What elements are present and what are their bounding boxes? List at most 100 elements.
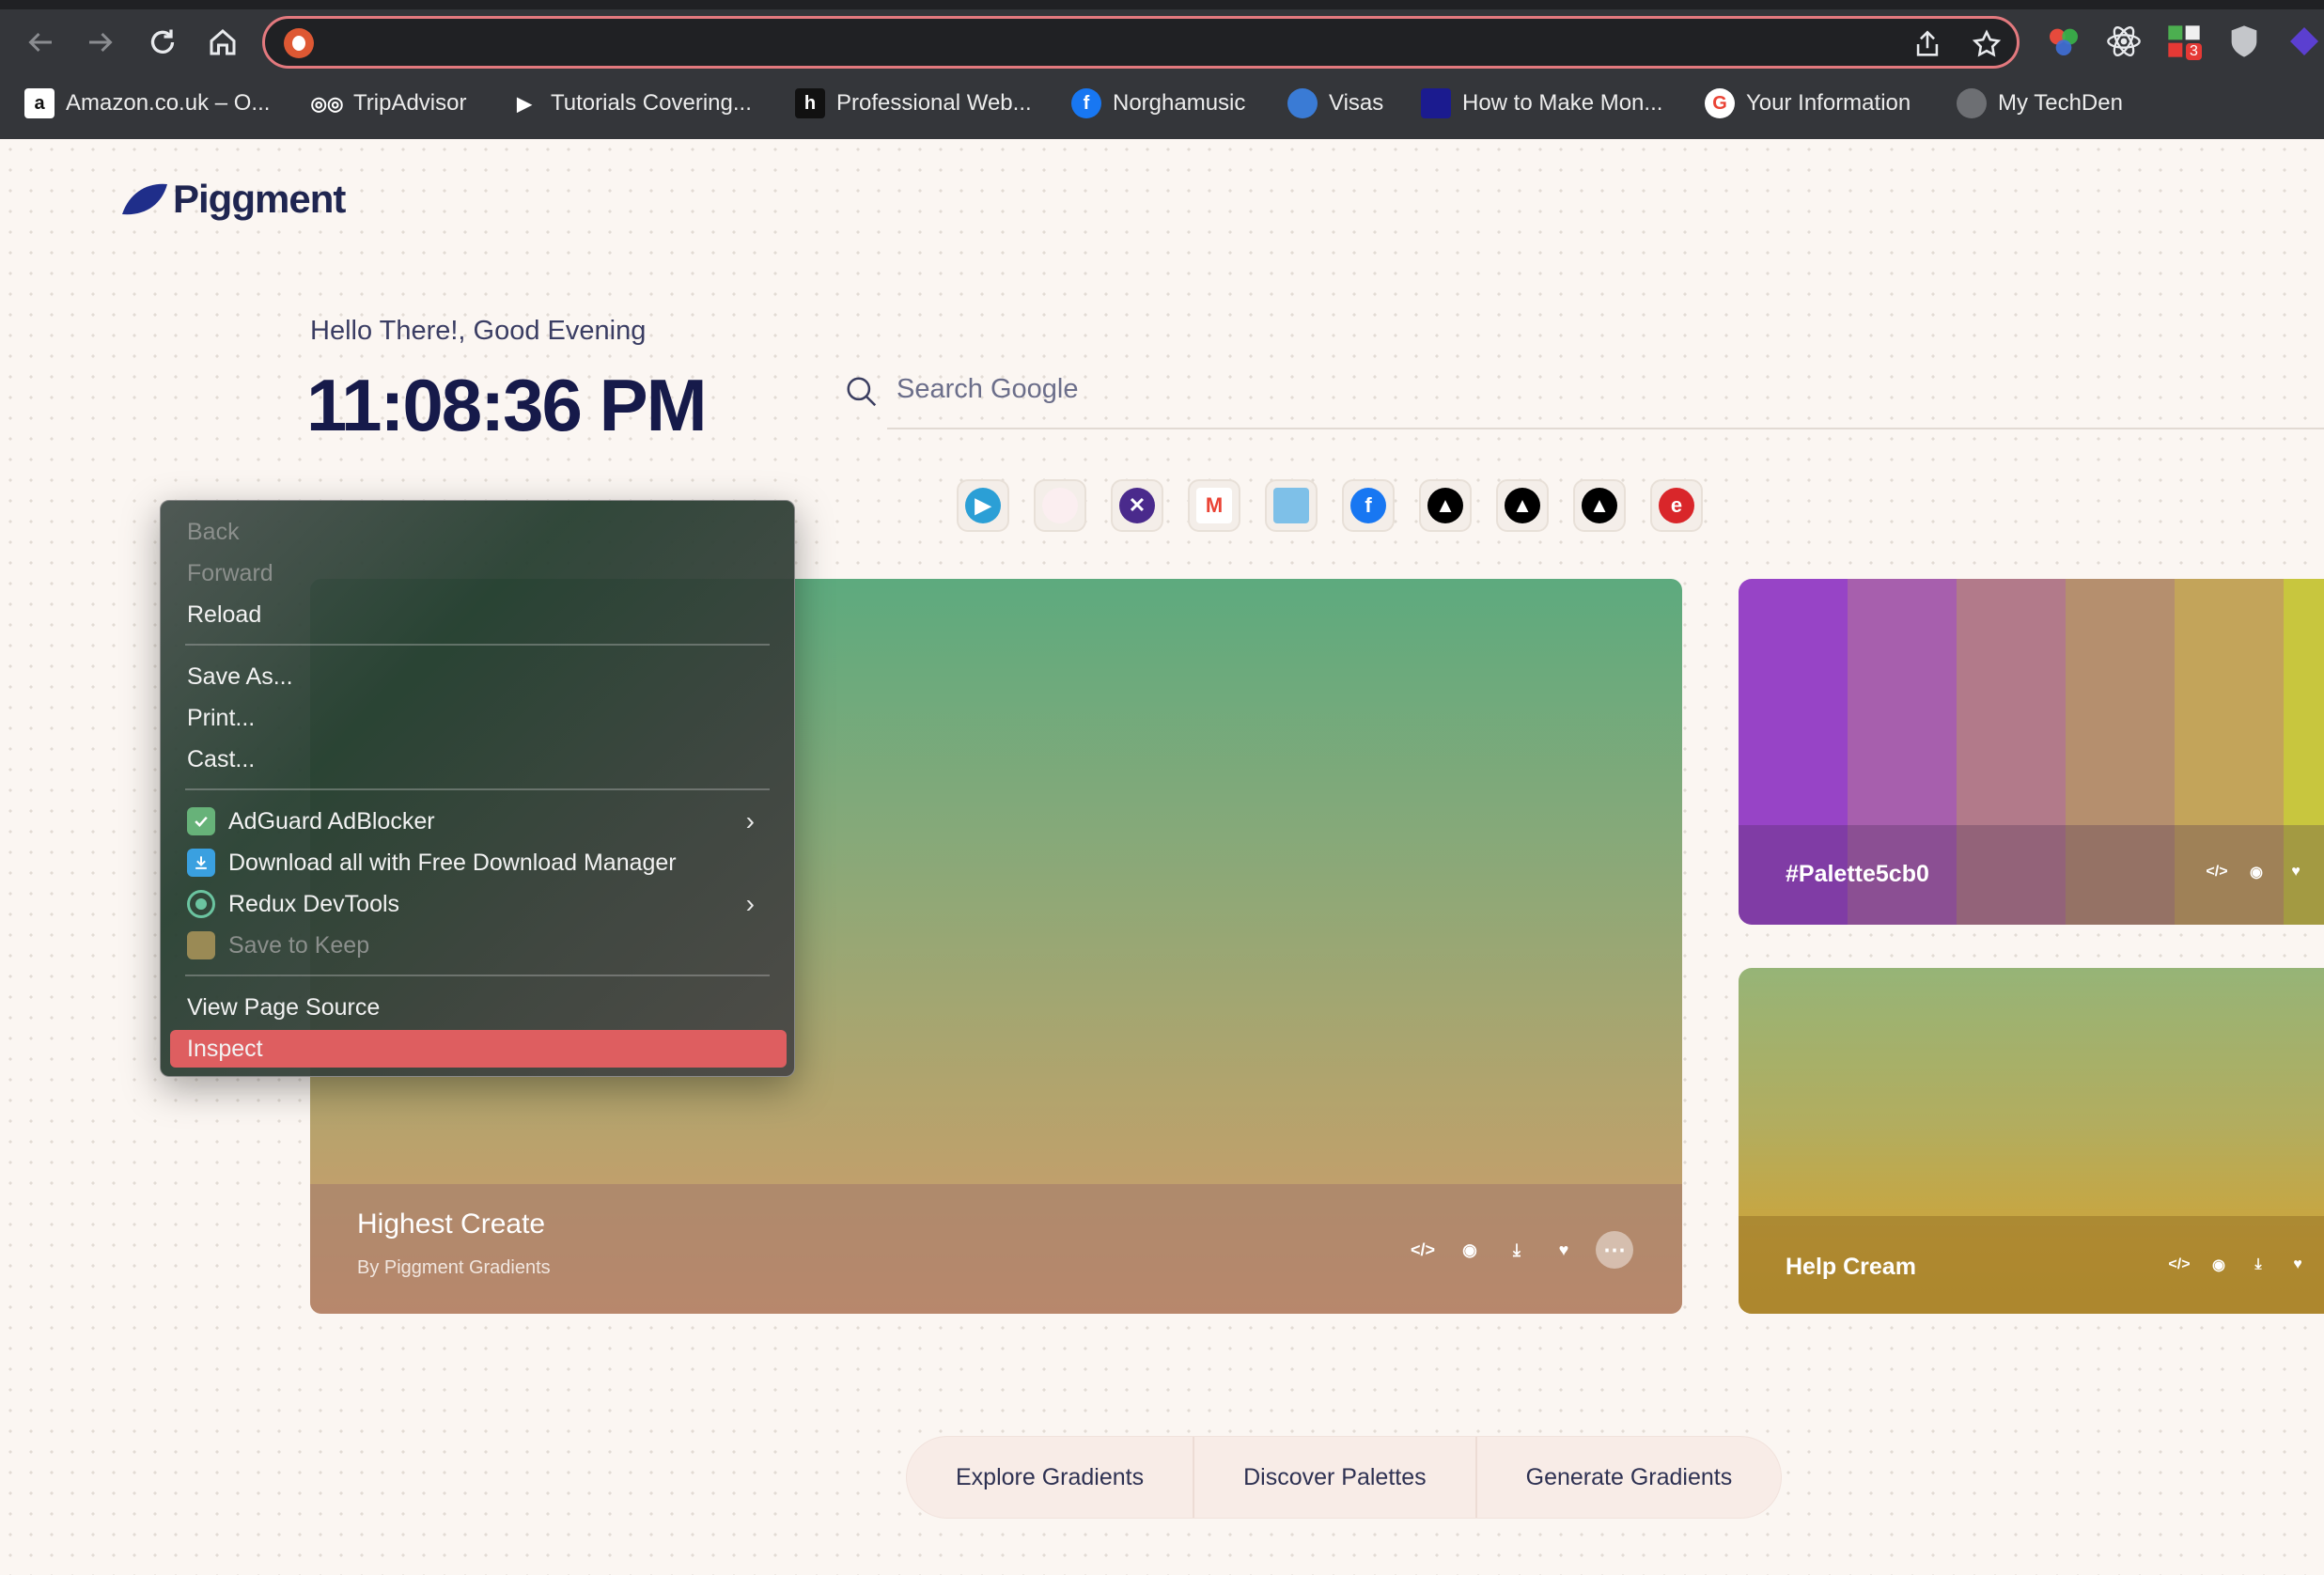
vercel-icon: ▲ (1427, 488, 1463, 523)
shield-extension-icon[interactable] (2225, 23, 2263, 60)
heart-icon[interactable]: ♥ (1549, 1235, 1579, 1265)
google-icon: G (1705, 88, 1735, 118)
bookmark-label: Professional Web... (836, 90, 1032, 116)
color-picker-extension-icon[interactable] (2045, 23, 2082, 60)
gradient-card-help-cream[interactable]: Help Cream </> ◉ ⤓ ♥ (1739, 968, 2324, 1314)
search-underline (887, 428, 2324, 429)
shortcut-gmail[interactable]: M (1188, 479, 1240, 532)
shortcut-e[interactable]: e (1650, 479, 1703, 532)
explore-gradients-link[interactable]: Explore Gradients (907, 1437, 1195, 1518)
reload-button[interactable] (141, 21, 184, 64)
search-placeholder: Search Google (897, 374, 1079, 404)
logo-text: Piggment (173, 177, 346, 221)
eye-icon[interactable]: ◉ (2243, 859, 2269, 885)
extension-with-badge[interactable]: 3 (2165, 23, 2203, 60)
back-button[interactable] (19, 21, 62, 64)
generate-gradients-link[interactable]: Generate Gradients (1477, 1437, 1782, 1518)
chevron-right-icon: › (745, 889, 755, 918)
eye-icon[interactable]: ◉ (2206, 1252, 2232, 1278)
globe-icon (1287, 88, 1318, 118)
menu-item-cast[interactable]: Cast... (187, 741, 770, 778)
purple-extension-icon[interactable] (2285, 23, 2323, 60)
menu-item-adguard[interactable]: AdGuard AdBlocker › (187, 803, 770, 840)
menu-item-forward[interactable]: Forward (187, 554, 770, 592)
duckduckgo-icon (284, 28, 314, 58)
arrow-right-icon (89, 32, 113, 53)
facebook-icon: f (1350, 488, 1386, 523)
book-icon (1273, 488, 1309, 523)
bookmark-star-icon[interactable] (1971, 28, 2003, 60)
globe-icon (1957, 88, 1987, 118)
bookmark-tripadvisor[interactable]: ◎◎ TripAdvisor (310, 81, 467, 126)
download-icon[interactable]: ⤓ (1502, 1235, 1532, 1265)
amazon-icon: a (24, 88, 55, 118)
greeting: Hello There!, Good Evening (310, 316, 647, 346)
bookmark-how-to-make-money[interactable]: How to Make Mon... (1421, 81, 1662, 126)
palette-name: #Palette5cb0 (1786, 861, 1929, 887)
bookmark-my-techden[interactable]: My TechDen (1957, 81, 2123, 126)
menu-item-download-all[interactable]: Download all with Free Download Manager (187, 844, 770, 881)
menu-item-redux-devtools[interactable]: Redux DevTools › (187, 885, 770, 923)
bookmark-your-information[interactable]: G Your Information (1705, 81, 1911, 126)
menu-item-save-to-keep[interactable]: Save to Keep (187, 927, 770, 964)
leaf-logo-icon (122, 183, 167, 215)
menu-item-save-as[interactable]: Save As... (187, 658, 770, 695)
discover-palettes-link[interactable]: Discover Palettes (1194, 1437, 1477, 1518)
play-icon: ▶ (965, 488, 1001, 523)
menu-item-view-page-source[interactable]: View Page Source (187, 989, 770, 1026)
shortcut-book[interactable] (1265, 479, 1318, 532)
search-box[interactable]: Search Google (844, 365, 2324, 419)
address-bar[interactable] (262, 16, 2020, 69)
more-icon[interactable]: ⋯ (1596, 1231, 1633, 1269)
menu-item-label: AdGuard AdBlocker (228, 807, 435, 834)
menu-item-reload[interactable]: Reload (187, 596, 770, 633)
shortcut-facebook[interactable]: f (1342, 479, 1395, 532)
menu-item-back[interactable]: Back (187, 513, 770, 551)
menu-item-print[interactable]: Print... (187, 699, 770, 737)
gmail-icon: M (1196, 488, 1232, 523)
home-button[interactable] (201, 21, 244, 64)
arrow-left-icon (28, 32, 52, 53)
code-icon[interactable]: </> (2204, 859, 2230, 885)
browser-chrome: 3 a Amazon.co.uk – O... ◎◎ TripAdvisor ▶… (0, 0, 2324, 139)
heart-icon[interactable]: ♥ (2283, 859, 2309, 885)
e-icon: e (1659, 488, 1694, 523)
bookmark-tutorials[interactable]: ▶ Tutorials Covering... (509, 81, 752, 126)
redux-icon (187, 890, 215, 918)
chevron-right-icon: › (745, 806, 755, 835)
piggment-logo[interactable]: Piggment (120, 177, 346, 222)
shortcut-blank[interactable] (1034, 479, 1086, 532)
card-actions: </> ◉ ⤓ ♥ (2166, 1252, 2311, 1278)
keep-icon (187, 931, 215, 959)
eye-icon[interactable]: ◉ (1455, 1235, 1485, 1265)
bookmark-label: Amazon.co.uk – O... (66, 90, 271, 116)
home-icon (210, 29, 236, 55)
shortcut-vercel-1[interactable]: ▲ (1419, 479, 1472, 532)
menu-item-inspect[interactable]: Inspect (170, 1030, 787, 1068)
palette-card[interactable]: #Palette5cb0 </> ◉ ♥ (1739, 579, 2324, 925)
bookmark-label: How to Make Mon... (1462, 90, 1663, 116)
menu-separator (185, 975, 770, 976)
bookmark-norghamusic[interactable]: f Norghamusic (1071, 81, 1245, 126)
shortcut-vercel-2[interactable]: ▲ (1496, 479, 1549, 532)
play-icon: ▶ (517, 93, 532, 115)
forward-button[interactable] (79, 21, 122, 64)
tripadvisor-icon: ◎◎ (310, 93, 344, 115)
share-icon[interactable] (1911, 28, 1943, 60)
card-title: Highest Create (357, 1209, 546, 1240)
download-manager-icon (187, 849, 215, 877)
code-icon[interactable]: </> (1408, 1235, 1438, 1265)
code-icon[interactable]: </> (2166, 1252, 2192, 1278)
card-footer: Highest Create By Piggment Gradients </>… (310, 1184, 1682, 1314)
bookmark-amazon[interactable]: a Amazon.co.uk – O... (24, 81, 270, 126)
bookmark-professional-web[interactable]: h Professional Web... (795, 81, 1032, 126)
bookmark-label: Visas (1329, 90, 1384, 116)
shortcut-x[interactable]: ✕ (1111, 479, 1163, 532)
shortcut-play[interactable]: ▶ (957, 479, 1009, 532)
heart-icon[interactable]: ♥ (2285, 1252, 2311, 1278)
shortcut-bar: ▶ ✕ M f ▲ ▲ ▲ e (957, 479, 1703, 532)
download-icon[interactable]: ⤓ (2245, 1252, 2271, 1278)
react-devtools-icon[interactable] (2105, 23, 2143, 60)
bookmark-visas[interactable]: Visas (1287, 81, 1383, 126)
shortcut-vercel-3[interactable]: ▲ (1573, 479, 1626, 532)
